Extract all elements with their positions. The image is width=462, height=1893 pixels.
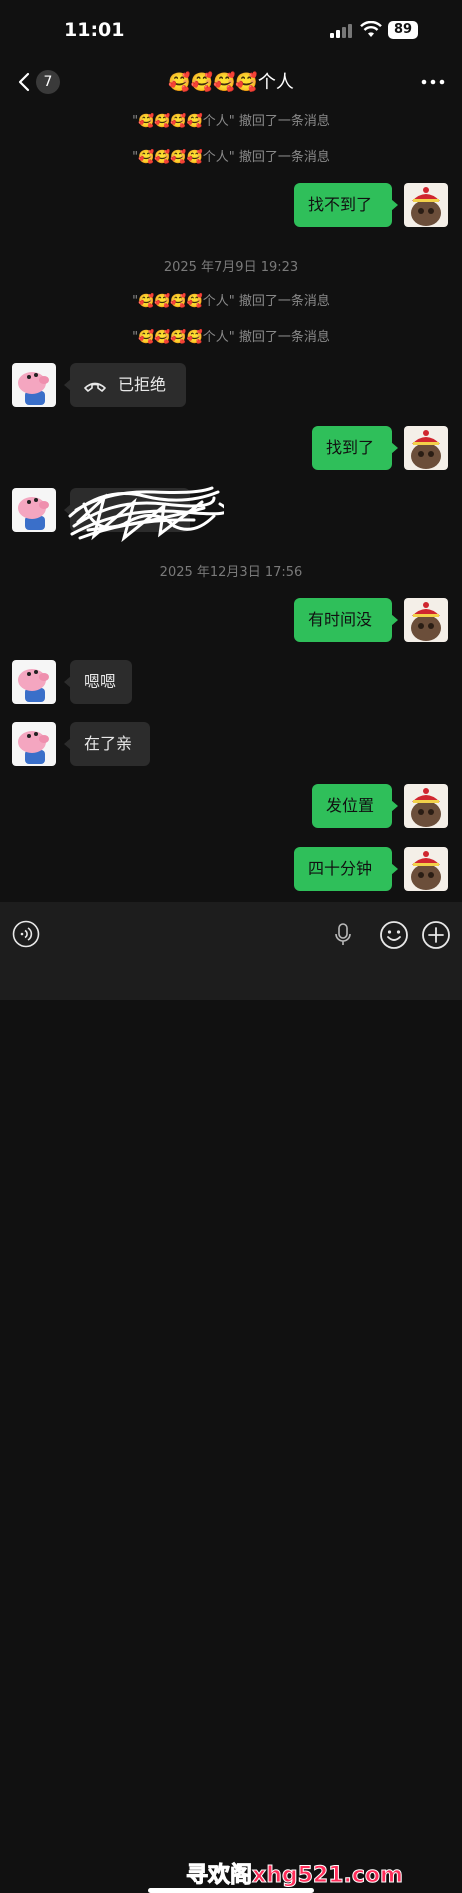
status-time: 11:01 <box>64 19 125 41</box>
redaction-scribble <box>68 486 224 543</box>
plus-icon[interactable] <box>421 920 451 950</box>
recall-notice: "🥰🥰🥰🥰个人" 撤回了一条消息 <box>132 114 330 129</box>
call-declined-icon <box>84 382 106 392</box>
home-indicator <box>148 1888 314 1893</box>
pig-avatar[interactable] <box>12 363 56 407</box>
chat-header: 7 🥰🥰🥰🥰个人 <box>0 60 462 104</box>
pig-avatar[interactable] <box>12 488 56 532</box>
message-list[interactable]: "🥰🥰🥰🥰个人" 撤回了一条消息 "🥰🥰🥰🥰个人" 撤回了一条消息 找不到了 2… <box>0 104 462 902</box>
wifi-icon <box>360 21 382 37</box>
mic-icon[interactable] <box>334 923 352 947</box>
more-icon[interactable] <box>418 68 448 96</box>
timestamp: 2025 年7月9日 19:23 <box>163 260 299 275</box>
cat-avatar[interactable] <box>404 183 448 227</box>
cat-avatar[interactable] <box>404 847 448 891</box>
outgoing-message[interactable]: 有时间没 <box>294 598 398 642</box>
outgoing-message[interactable]: 四十分钟 <box>294 847 398 891</box>
timestamp: 2025 年12月3日 17:56 <box>159 565 303 580</box>
emoji-icon[interactable] <box>379 920 409 950</box>
outgoing-message[interactable]: 找到了 <box>312 426 398 470</box>
recall-notice: "🥰🥰🥰🥰个人" 撤回了一条消息 <box>132 330 330 345</box>
input-bar: 寻欢阁xhg521.com <box>0 902 462 1893</box>
outgoing-message[interactable]: 发位置 <box>312 784 398 828</box>
recall-notice: "🥰🥰🥰🥰个人" 撤回了一条消息 <box>132 150 330 165</box>
message-input[interactable] <box>52 912 362 956</box>
pig-avatar[interactable] <box>12 660 56 704</box>
voice-icon[interactable] <box>12 920 40 948</box>
signal-icon <box>330 24 352 38</box>
outgoing-message[interactable]: 找不到了 <box>294 183 398 227</box>
watermark: 寻欢阁xhg521.com <box>186 1863 404 1889</box>
recall-notice: "🥰🥰🥰🥰个人" 撤回了一条消息 <box>132 294 330 309</box>
incoming-message[interactable]: 嗯嗯 <box>64 660 132 704</box>
cat-avatar[interactable] <box>404 426 448 470</box>
status-bar: 11:01 89 <box>0 0 462 60</box>
cat-avatar[interactable] <box>404 598 448 642</box>
pig-avatar[interactable] <box>12 722 56 766</box>
incoming-message[interactable]: 在了亲 <box>64 722 150 766</box>
cat-avatar[interactable] <box>404 784 448 828</box>
chat-title: 🥰🥰🥰🥰个人 <box>168 72 294 93</box>
battery-indicator: 89 <box>388 21 418 39</box>
